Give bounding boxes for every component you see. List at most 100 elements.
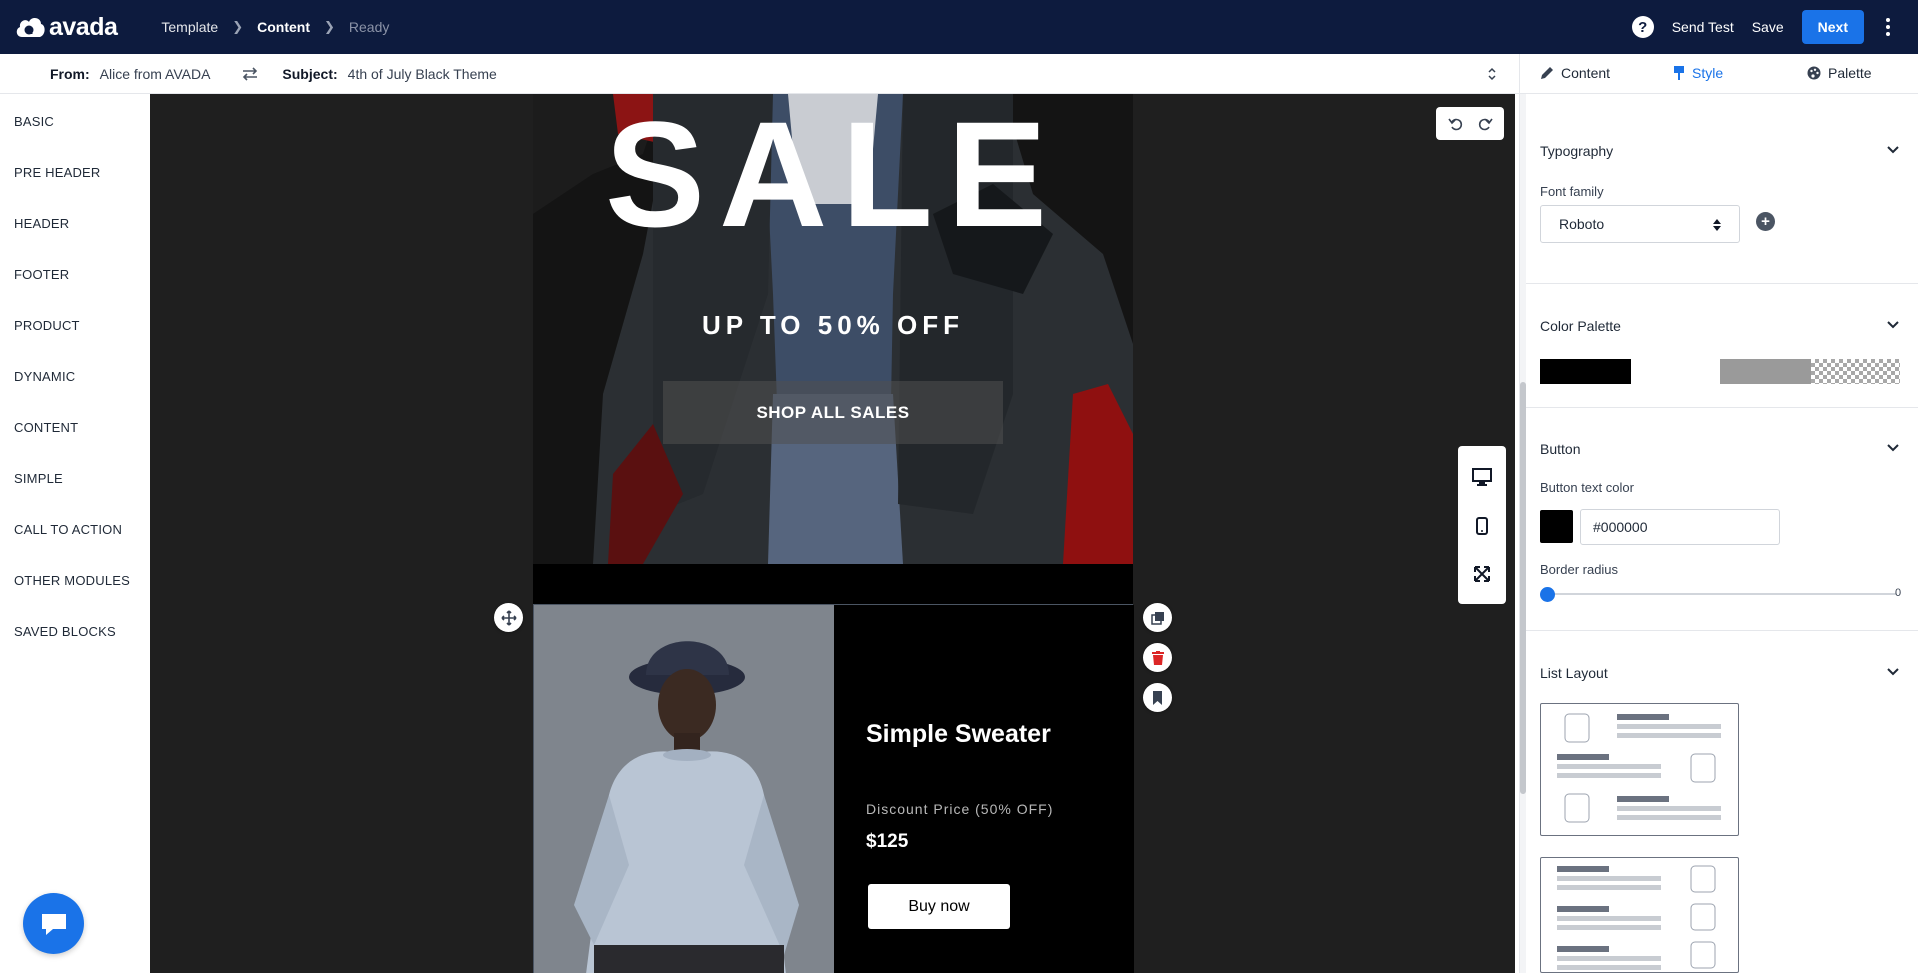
- add-font-icon[interactable]: +: [1756, 212, 1775, 231]
- chevron-down-icon: [1887, 668, 1899, 676]
- send-test-button[interactable]: Send Test: [1672, 19, 1734, 35]
- from-label: From:: [50, 65, 90, 82]
- next-button[interactable]: Next: [1801, 10, 1864, 44]
- select-arrows-icon: [1713, 219, 1721, 231]
- avada-cloud-icon: [16, 18, 45, 37]
- tab-content[interactable]: Content: [1540, 65, 1610, 81]
- chevron-right-icon: ❯: [232, 19, 244, 34]
- product-photo: [534, 605, 834, 973]
- product-price: $125: [866, 831, 909, 852]
- duplicate-block-icon[interactable]: [1143, 603, 1172, 632]
- fullscreen-icon[interactable]: [1474, 566, 1490, 583]
- palette-swatch-black[interactable]: [1540, 359, 1631, 384]
- breadcrumb-content[interactable]: Content: [257, 19, 310, 35]
- spacer-block: [533, 564, 1133, 604]
- subject-value[interactable]: 4th of July Black Theme: [348, 66, 497, 82]
- hero-title: SALE: [604, 94, 1062, 258]
- shop-all-sales-button[interactable]: SHOP ALL SALES: [663, 381, 1003, 444]
- save-button[interactable]: Save: [1752, 19, 1784, 35]
- font-family-select[interactable]: Roboto: [1540, 205, 1740, 243]
- sidebar-item-content[interactable]: CONTENT: [14, 420, 78, 435]
- product-discount-label: Discount Price (50% OFF): [866, 801, 1054, 817]
- sidebar-item-footer[interactable]: FOOTER: [14, 267, 69, 282]
- divider: [1526, 283, 1918, 284]
- list-layout-section-header[interactable]: List Layout: [1540, 665, 1900, 681]
- more-options-icon[interactable]: [1878, 10, 1898, 44]
- palette-swatch-transparent[interactable]: [1811, 359, 1900, 384]
- palette-icon: [1807, 66, 1821, 80]
- tab-style[interactable]: Style: [1673, 65, 1723, 81]
- undo-redo-toolbar: [1436, 107, 1504, 140]
- save-block-bookmark-icon[interactable]: [1143, 683, 1172, 712]
- sidebar-item-pre-header[interactable]: PRE HEADER: [14, 165, 101, 180]
- sidebar-item-product[interactable]: PRODUCT: [14, 318, 80, 333]
- sidebar-item-simple[interactable]: SIMPLE: [14, 471, 63, 486]
- tab-content-label: Content: [1561, 65, 1611, 81]
- sidebar-item-saved-blocks[interactable]: SAVED BLOCKS: [14, 624, 116, 639]
- tab-palette-label: Palette: [1828, 65, 1872, 81]
- panel-tabs: Content Style Palette: [1520, 54, 1918, 94]
- buy-now-button[interactable]: Buy now: [868, 884, 1010, 929]
- swap-icon[interactable]: [240, 64, 260, 84]
- email-canvas: SALE UP TO 50% OFF SHOP ALL SALES Simple…: [150, 94, 1515, 973]
- product-title: Simple Sweater: [866, 720, 1051, 748]
- border-radius-slider-track[interactable]: [1546, 593, 1896, 595]
- subject-label: Subject:: [282, 65, 338, 82]
- sidebar-item-dynamic[interactable]: DYNAMIC: [14, 369, 75, 384]
- border-radius-label: Border radius: [1540, 562, 1619, 577]
- button-text-color-swatch[interactable]: [1540, 510, 1573, 543]
- move-block-icon[interactable]: [494, 603, 523, 632]
- border-radius-slider-handle[interactable]: [1540, 587, 1555, 602]
- breadcrumb-ready[interactable]: Ready: [349, 19, 389, 35]
- help-icon[interactable]: ?: [1631, 16, 1654, 38]
- color-palette-section-header[interactable]: Color Palette: [1540, 318, 1900, 334]
- sidebar-item-call-to-action[interactable]: CALL TO ACTION: [14, 522, 122, 537]
- sidebar-item-other-modules[interactable]: OTHER MODULES: [14, 573, 130, 588]
- button-text-color-input[interactable]: #000000: [1580, 509, 1780, 545]
- panel-scrollbar[interactable]: [1520, 94, 1526, 973]
- breadcrumb-template[interactable]: Template: [161, 19, 218, 35]
- chat-bubble-icon: [41, 913, 66, 935]
- avada-logo[interactable]: avada: [14, 12, 118, 42]
- product-details: Simple Sweater Discount Price (50% OFF) …: [834, 605, 1134, 973]
- brand-name: avada: [49, 12, 118, 41]
- from-value[interactable]: Alice from AVADA: [100, 66, 211, 82]
- redo-icon[interactable]: [1477, 116, 1493, 132]
- sidebar-item-basic[interactable]: BASIC: [14, 114, 54, 129]
- tab-style-label: Style: [1692, 65, 1724, 81]
- hero-subtitle: UP TO 50% OFF: [702, 310, 964, 340]
- delete-block-icon[interactable]: [1143, 643, 1172, 672]
- sidebar-item-header[interactable]: HEADER: [14, 216, 69, 231]
- tab-palette[interactable]: Palette: [1807, 65, 1872, 81]
- properties-panel: Content Style Palette Typography Font fa…: [1519, 54, 1918, 973]
- mobile-icon[interactable]: [1476, 516, 1488, 535]
- button-section-title: Button: [1540, 441, 1581, 457]
- device-preview-toolbar: [1458, 446, 1506, 604]
- divider: [1526, 407, 1918, 408]
- typography-section-header[interactable]: Typography: [1540, 143, 1900, 159]
- chevron-down-icon: [1887, 321, 1899, 329]
- border-radius-value: 0: [1895, 587, 1902, 599]
- divider: [1526, 630, 1918, 631]
- button-text-color-label: Button text color: [1540, 480, 1634, 495]
- subject-bar: From: Alice from AVADA Subject: 4th of J…: [0, 54, 1519, 94]
- chevron-right-icon: ❯: [324, 19, 335, 34]
- product-block[interactable]: Simple Sweater Discount Price (50% OFF) …: [533, 604, 1134, 973]
- expand-toggle-icon[interactable]: [1487, 66, 1497, 82]
- font-family-label: Font family: [1540, 184, 1604, 199]
- layout-option-alternating[interactable]: [1540, 703, 1739, 836]
- pencil-icon: [1541, 67, 1553, 79]
- email-preview: SALE UP TO 50% OFF SHOP ALL SALES Simple…: [533, 94, 1134, 973]
- chat-support-button[interactable]: [23, 893, 84, 954]
- layout-option-right-image[interactable]: [1540, 857, 1739, 973]
- undo-icon[interactable]: [1447, 116, 1464, 132]
- typography-title: Typography: [1540, 143, 1614, 159]
- palette-swatch-gray[interactable]: [1720, 359, 1811, 384]
- hero-block[interactable]: SALE UP TO 50% OFF SHOP ALL SALES: [533, 94, 1133, 564]
- button-section-header[interactable]: Button: [1540, 441, 1900, 457]
- color-palette-title: Color Palette: [1540, 318, 1621, 334]
- list-layout-title: List Layout: [1540, 665, 1608, 681]
- panel-scrollbar-thumb[interactable]: [1520, 382, 1526, 794]
- desktop-icon[interactable]: [1472, 467, 1492, 486]
- chevron-down-icon: [1887, 444, 1899, 452]
